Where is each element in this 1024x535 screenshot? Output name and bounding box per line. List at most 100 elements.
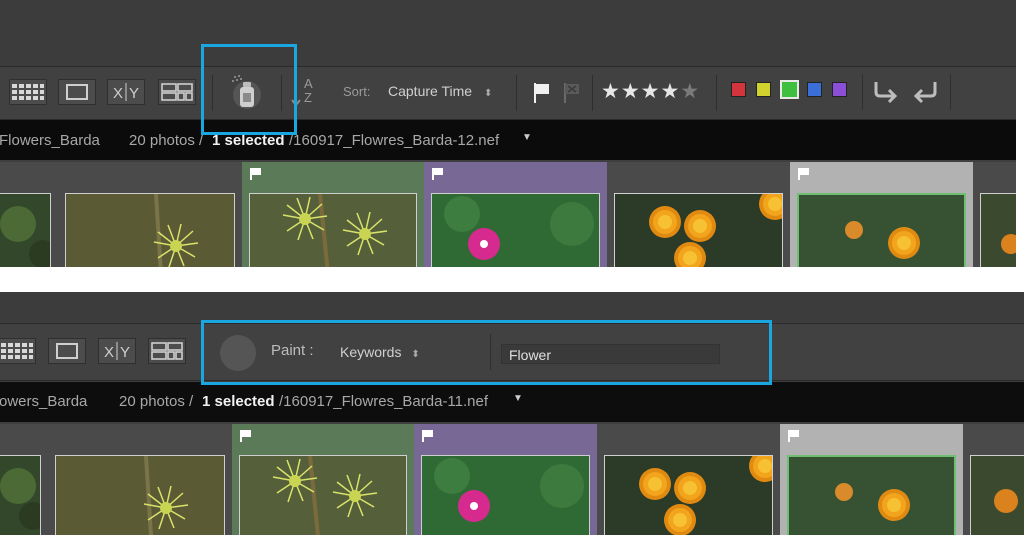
- star-icon[interactable]: ★: [621, 80, 641, 103]
- survey-view-icon: [161, 83, 193, 101]
- star-rating[interactable]: ★★★★★: [601, 79, 700, 105]
- svg-text:Y: Y: [120, 344, 130, 361]
- star-icon[interactable]: ★: [660, 80, 680, 103]
- filename-dropdown-icon[interactable]: ▼: [513, 393, 523, 404]
- svg-text:Y: Y: [129, 85, 139, 102]
- svg-text:X: X: [104, 344, 114, 361]
- toolbar-divider: [516, 75, 517, 111]
- photo-thumbnail[interactable]: [0, 455, 41, 535]
- rotate-left-button[interactable]: [872, 78, 900, 104]
- pick-flag-icon: [534, 83, 549, 103]
- loupe-view-icon: [56, 343, 78, 359]
- toolbar-divider: [862, 74, 863, 110]
- compare-view-button[interactable]: X Y: [107, 79, 145, 105]
- loupe-view-icon: [66, 84, 88, 100]
- filmstrip-thumbnail-picked[interactable]: [232, 424, 415, 535]
- star-icon[interactable]: ★: [601, 80, 621, 103]
- toolbar-top-gap: [0, 0, 1016, 66]
- photo-thumbnail[interactable]: [65, 193, 235, 267]
- photo-thumbnail[interactable]: [421, 455, 590, 535]
- reject-flag-button[interactable]: [562, 82, 582, 104]
- photo-thumbnail[interactable]: [431, 193, 600, 267]
- filmstrip-thumbnail-picked[interactable]: [414, 424, 598, 535]
- compare-view-icon: X Y: [104, 342, 130, 361]
- filmstrip-thumbnail-selected[interactable]: [780, 424, 964, 535]
- color-label-purple[interactable]: [832, 82, 847, 97]
- rotate-left-icon: [874, 82, 898, 104]
- photo-thumbnail[interactable]: [970, 455, 1024, 535]
- sort-select[interactable]: Capture Time ⬍: [388, 83, 492, 99]
- pick-flag-icon: [250, 168, 261, 180]
- grid-view-icon: [12, 84, 44, 100]
- photo-thumbnail[interactable]: [980, 193, 1016, 267]
- filmstrip-thumbnail[interactable]: [597, 424, 781, 535]
- color-label-green[interactable]: [780, 80, 799, 99]
- rotate-right-button[interactable]: [911, 78, 939, 104]
- library-toolbar-panel-sort: X Y AZ Sort: Capture Time ⬍ ★★★★★ Flower…: [0, 0, 1016, 267]
- filmstrip-thumbnail[interactable]: [973, 162, 1016, 267]
- filmstrip-thumbnail-selected[interactable]: [790, 162, 974, 267]
- library-toolbar-panel-paint: X Y Paint : Keywords ⬍ Flower owers_Bard…: [0, 292, 1024, 535]
- selected-count: 1 selected: [202, 393, 275, 410]
- photo-thumbnail[interactable]: [0, 193, 51, 267]
- survey-view-icon: [151, 342, 183, 360]
- filmstrip-thumbnail-picked[interactable]: [424, 162, 608, 267]
- compare-view-button[interactable]: X Y: [98, 338, 136, 364]
- photo-count: 20 photos /: [129, 132, 204, 149]
- photo-thumbnail[interactable]: [604, 455, 773, 535]
- filmstrip-thumbnail[interactable]: [48, 424, 233, 535]
- pick-flag-icon: [788, 430, 799, 442]
- filmstrip-thumbnail[interactable]: [0, 424, 49, 535]
- toolbar-divider: [716, 75, 717, 111]
- grid-view-button[interactable]: [9, 79, 47, 105]
- star-icon[interactable]: ★: [680, 80, 700, 103]
- folder-name[interactable]: owers_Barda: [0, 393, 87, 410]
- loupe-view-button[interactable]: [58, 79, 96, 105]
- selected-filename[interactable]: /160917_Flowres_Barda-11.nef: [279, 393, 488, 410]
- selected-filename[interactable]: /160917_Flowres_Barda-12.nef: [289, 132, 499, 149]
- toolbar-top-gap: [0, 292, 1024, 322]
- grid-view-button[interactable]: [0, 338, 36, 364]
- photo-thumbnail[interactable]: [787, 455, 956, 535]
- photo-thumbnail[interactable]: [55, 455, 225, 535]
- survey-view-button[interactable]: [158, 79, 196, 105]
- filmstrip-thumbnail[interactable]: [0, 162, 59, 267]
- pick-flag-icon: [798, 168, 809, 180]
- pick-flag-icon: [432, 168, 443, 180]
- filmstrip-thumbnail[interactable]: [963, 424, 1024, 535]
- loupe-view-button[interactable]: [48, 338, 86, 364]
- filmstrip-thumbnail-picked[interactable]: [242, 162, 425, 267]
- photo-thumbnail[interactable]: [249, 193, 417, 267]
- filmstrip-thumbnail[interactable]: [58, 162, 243, 267]
- survey-view-button[interactable]: [148, 338, 186, 364]
- folder-name[interactable]: Flowers_Barda: [0, 132, 100, 149]
- photo-thumbnail[interactable]: [239, 455, 407, 535]
- svg-text:X: X: [113, 85, 123, 102]
- filmstrip: [0, 162, 1016, 267]
- pick-flag-icon: [240, 430, 251, 442]
- pick-flag-button[interactable]: [532, 82, 552, 104]
- filename-dropdown-icon[interactable]: ▼: [522, 132, 532, 143]
- photo-thumbnail[interactable]: [797, 193, 966, 267]
- sort-az-label: AZ: [304, 76, 313, 105]
- select-arrows-icon: ⬍: [483, 88, 493, 99]
- filmstrip-thumbnail[interactable]: [607, 162, 791, 267]
- grid-view-icon: [1, 343, 33, 359]
- color-label-red[interactable]: [731, 82, 746, 97]
- photo-thumbnail[interactable]: [614, 193, 783, 267]
- filmstrip: [0, 424, 1024, 535]
- color-label-yellow[interactable]: [756, 82, 771, 97]
- sort-select-value: Capture Time: [388, 83, 473, 99]
- reject-flag-icon: [564, 83, 579, 103]
- highlight-painter: [201, 44, 297, 135]
- color-label-blue[interactable]: [807, 82, 822, 97]
- rotate-right-icon: [913, 82, 937, 104]
- library-toolbar: X Y AZ Sort: Capture Time ⬍ ★★★★★: [0, 66, 1016, 120]
- filmstrip-info-bar: Flowers_Barda 20 photos / 1 selected /16…: [0, 120, 1016, 160]
- star-icon[interactable]: ★: [641, 80, 661, 103]
- pick-flag-icon: [422, 430, 433, 442]
- highlight-paint-toolbar: [201, 320, 772, 385]
- toolbar-divider: [592, 75, 593, 111]
- photo-count: 20 photos /: [119, 393, 194, 410]
- compare-view-icon: X Y: [113, 83, 139, 102]
